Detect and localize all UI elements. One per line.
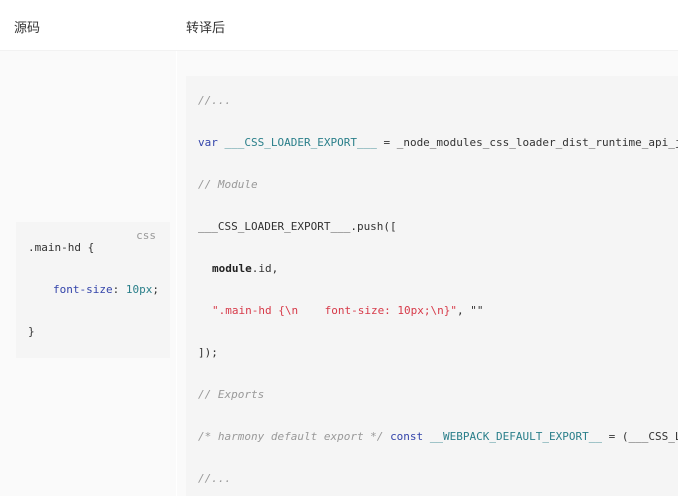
code-line: font-size: 10px;: [53, 283, 159, 297]
string-literal: ".main-hd {\n font-size: 10px;\n}": [212, 304, 458, 317]
code-line: module.id,: [212, 262, 278, 276]
colon: :: [112, 283, 120, 296]
code-line: //...: [198, 472, 232, 485]
code-line: ___CSS_LOADER_EXPORT___.push([: [198, 220, 397, 233]
header-source: 源码: [14, 21, 41, 36]
code-text: , "": [457, 304, 484, 317]
close-brace: }: [28, 325, 35, 338]
css-selector: .main-hd: [28, 241, 81, 254]
language-tag: css: [136, 229, 156, 242]
code-line: var ___CSS_LOADER_EXPORT___ = _node_modu…: [198, 136, 678, 150]
code-line: //...: [198, 94, 232, 107]
header-transpiled: 转译后: [186, 21, 226, 36]
source-code-block[interactable]: css .main-hd { font-size: 10px; }: [16, 222, 170, 358]
code-line: ".main-hd {\n font-size: 10px;\n}", "": [212, 304, 484, 318]
open-brace: {: [87, 241, 95, 254]
variable: ___CSS_LOADER_EXPORT___: [224, 136, 377, 149]
css-property: font-size: [53, 283, 113, 296]
module-keyword: module: [212, 262, 252, 275]
code-line: ]);: [198, 346, 218, 359]
css-value: 10px: [125, 283, 153, 296]
scrollbar-track[interactable]: [678, 0, 696, 496]
code-line: // Module: [198, 178, 258, 191]
code-line: /* harmony default export */ const __WEB…: [198, 430, 678, 444]
code-line: }: [28, 325, 35, 339]
code-text: .id,: [251, 262, 279, 275]
comment: /* harmony default export */: [198, 430, 384, 443]
comparison-table: 源码 转译后 css .main-hd { font-size: 10px; }…: [0, 0, 678, 496]
transpiled-code-block[interactable]: //... var ___CSS_LOADER_EXPORT___ = _nod…: [186, 76, 678, 496]
keyword: var: [198, 136, 218, 149]
semicolon: ;: [152, 283, 159, 296]
code-text: = _node_modules_css_loader_dist_runtime_…: [376, 136, 678, 149]
code-text: = (___CSS_L: [602, 430, 678, 443]
code-line: // Exports: [198, 388, 265, 401]
variable: __WEBPACK_DEFAULT_EXPORT__: [429, 430, 602, 443]
keyword: const: [390, 430, 424, 443]
code-line: .main-hd {: [28, 241, 94, 255]
column-divider: [176, 51, 177, 496]
table-header-row: 源码 转译后: [0, 0, 678, 51]
